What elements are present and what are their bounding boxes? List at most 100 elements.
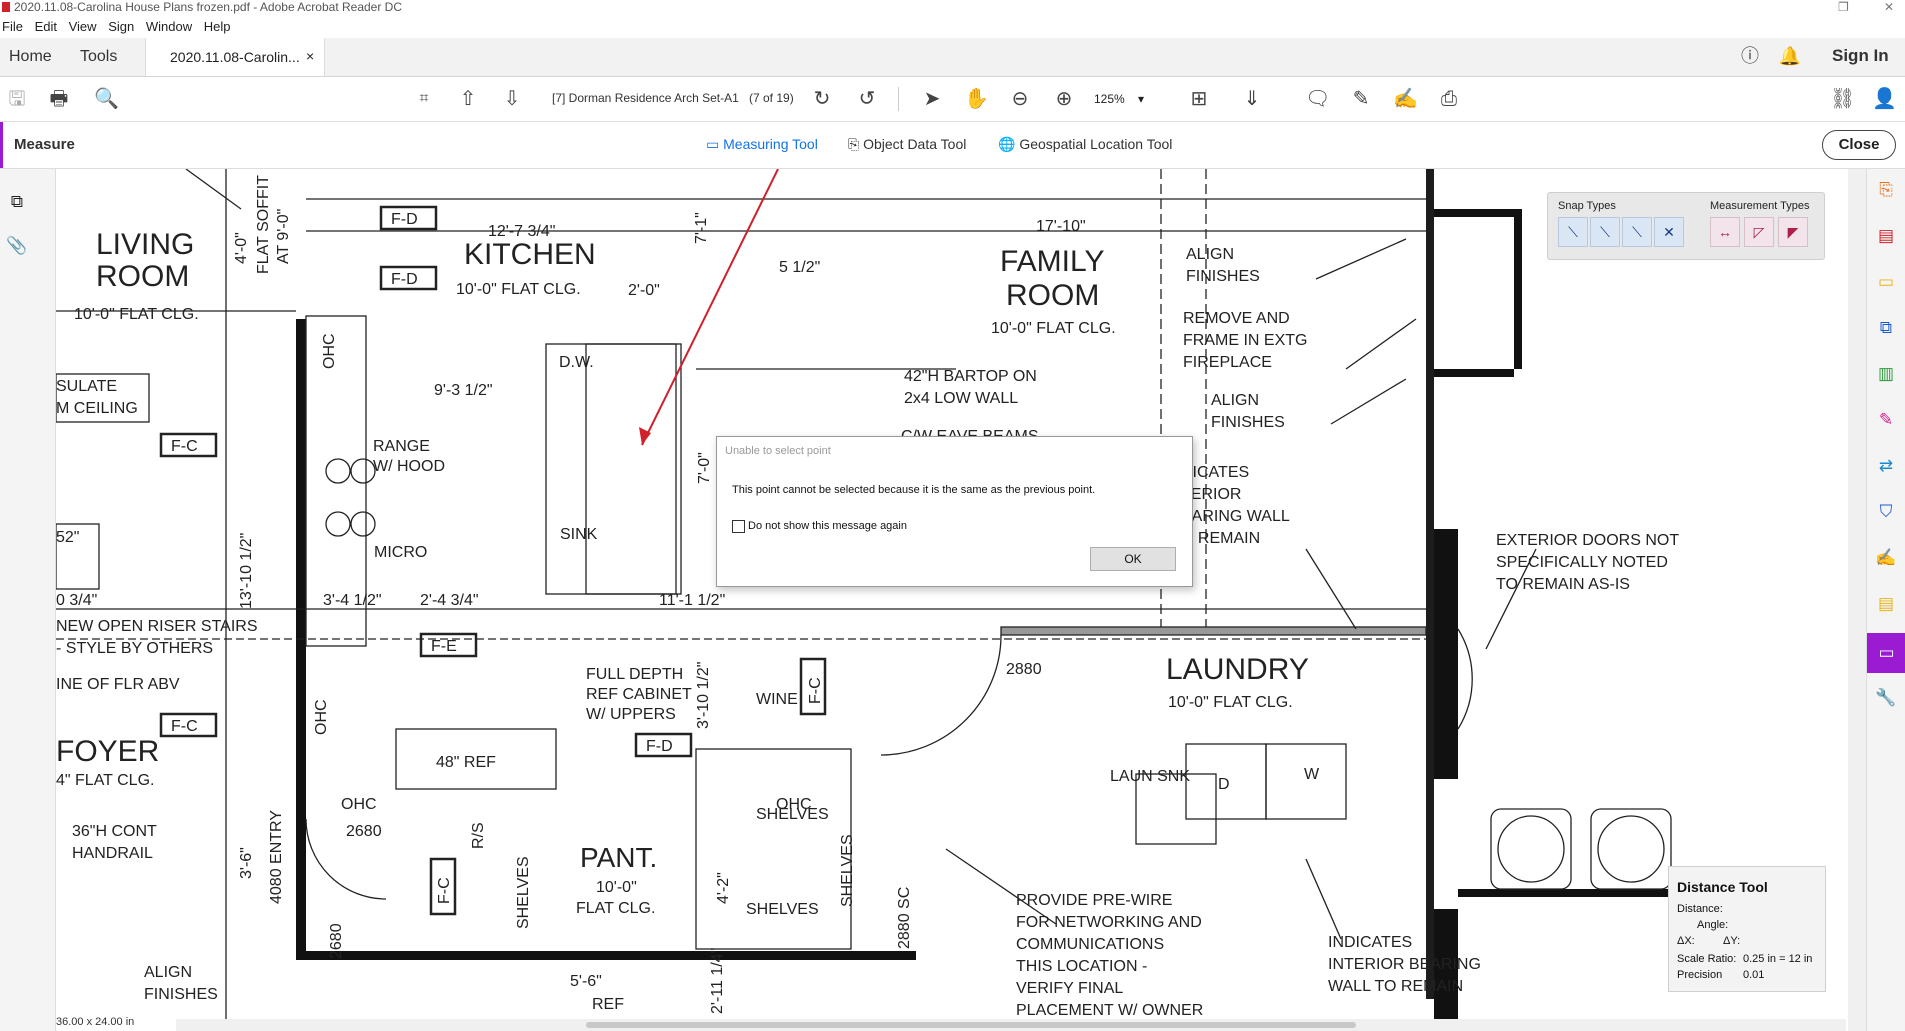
more-tools-wrench-icon[interactable]: 🔧	[1875, 687, 1897, 709]
ok-button[interactable]: OK	[1090, 547, 1176, 571]
tag-label: F-C	[436, 877, 453, 904]
organize-pages-icon[interactable]: ▥	[1875, 363, 1897, 385]
note-label: NEW OPEN RISER STAIRS	[56, 618, 258, 635]
menu-sign[interactable]: Sign	[108, 16, 140, 34]
measuring-tool-label: Measuring Tool	[723, 136, 818, 152]
select-tool-icon[interactable]: ➤	[920, 87, 944, 111]
room-ceiling-label: 10'-0"	[596, 879, 637, 896]
note-label: REF CABINET	[586, 686, 692, 703]
measure-ruler-icon[interactable]: ▭	[1867, 633, 1905, 673]
dimension-label: 3'-10 1/2"	[695, 662, 712, 729]
menu-window[interactable]: Window	[146, 16, 198, 34]
dont-show-again-checkbox[interactable]	[732, 520, 745, 533]
note-label: M CEILING	[56, 400, 138, 417]
distance-tool-icon[interactable]: ↔	[1710, 217, 1740, 247]
room-label: PANT.	[580, 842, 657, 873]
highlight-pen-icon[interactable]: ✎	[1349, 87, 1373, 111]
comment-tool-icon[interactable]: ▭	[1875, 271, 1897, 293]
horizontal-scroll-thumb[interactable]	[586, 1022, 1356, 1028]
area-tool-icon[interactable]: ◤	[1778, 217, 1808, 247]
snap-to-endpoints-icon[interactable]: ⟍	[1590, 217, 1620, 247]
tab-home[interactable]: Home	[9, 48, 52, 66]
rotate-clockwise-icon[interactable]: ↻	[810, 87, 834, 111]
note-label: 36"H CONT	[72, 823, 157, 840]
horizontal-scrollbar[interactable]	[176, 1019, 1846, 1031]
note-label: SPECIFICALLY NOTED	[1496, 554, 1668, 571]
tag-label: F-D	[391, 211, 418, 228]
send-document-icon[interactable]: ▤	[1875, 593, 1897, 615]
room-ceiling-label: 10'-0" FLAT CLG.	[456, 281, 581, 298]
tab-document[interactable]: 2020.11.08-Carolin... ×	[145, 38, 325, 76]
combine-files-icon[interactable]: ⧉	[1875, 317, 1897, 339]
menu-file[interactable]: File	[2, 16, 29, 34]
sign-in-button[interactable]: Sign In	[1832, 46, 1889, 66]
sign-pen-icon[interactable]: ✍	[1875, 547, 1897, 569]
perimeter-tool-icon[interactable]: ◸	[1744, 217, 1774, 247]
attachments-paperclip-icon[interactable]: 📎	[6, 235, 28, 257]
dimension-label: 17'-10"	[1036, 218, 1086, 235]
snap-to-intersections-icon[interactable]: ✕	[1654, 217, 1684, 247]
fill-sign-icon[interactable]: ✍	[1393, 87, 1418, 111]
note-label: FIREPLACE	[1183, 354, 1272, 371]
dont-show-again-label[interactable]: Do not show this message again	[748, 520, 907, 532]
note-label: TO REMAIN AS-IS	[1496, 576, 1630, 593]
add-user-icon[interactable]: 👤	[1872, 87, 1897, 111]
zoom-in-icon[interactable]: ⊕	[1052, 87, 1076, 111]
save-icon[interactable]: 🖫	[5, 87, 29, 111]
rotate-counterclockwise-icon[interactable]: ↺	[855, 87, 879, 111]
comment-icon[interactable]: 🗨	[1305, 87, 1330, 111]
snapshot-icon[interactable]: ⌗	[412, 87, 436, 111]
note-label: LAUN SNK	[1110, 768, 1190, 785]
page-thumbnails-icon[interactable]: ⧉	[6, 191, 28, 213]
precision-label: Precision	[1677, 969, 1723, 981]
dimension-label: 2'-11 1/4"	[709, 948, 726, 1014]
hand-tool-icon[interactable]: ✋	[964, 87, 989, 111]
notification-bell-icon[interactable]: 🔔	[1778, 44, 1802, 68]
previous-page-icon[interactable]: ⇧	[456, 87, 480, 111]
page-label-field[interactable]: [7] Dorman Residence Arch Set-A1	[552, 91, 739, 105]
next-page-icon[interactable]: ⇩	[500, 87, 524, 111]
snap-to-midpoints-icon[interactable]: ⟍	[1622, 217, 1652, 247]
document-canvas[interactable]: LIVING ROOM 10'-0" FLAT CLG. KITCHEN 10'…	[56, 169, 1848, 1031]
note-label: FRAME IN EXTG	[1183, 332, 1307, 349]
scroll-mode-icon[interactable]: ⇓	[1240, 87, 1264, 111]
note-label: WINE	[756, 691, 798, 708]
zoom-search-icon[interactable]: 🔍	[94, 87, 119, 111]
object-data-tool-button[interactable]: ⎘ Object Data Tool	[848, 136, 966, 153]
menu-edit[interactable]: Edit	[35, 16, 63, 34]
menu-help[interactable]: Help	[204, 16, 237, 34]
room-label: KITCHEN	[464, 238, 596, 271]
acrobat-app-icon	[2, 2, 10, 12]
share-stamp-icon[interactable]: ⎙	[1437, 87, 1461, 111]
snap-to-paths-icon[interactable]: ⟍	[1558, 217, 1588, 247]
note-label: 2680	[346, 823, 382, 840]
close-measure-button[interactable]: Close	[1822, 130, 1896, 160]
help-icon[interactable]: ⓘ	[1738, 44, 1762, 68]
measuring-tool-button[interactable]: ▭ Measuring Tool	[706, 136, 818, 153]
page-display-icon[interactable]: ⊞	[1187, 87, 1211, 111]
create-pdf-icon[interactable]: ▤	[1875, 225, 1897, 247]
protect-shield-icon[interactable]: ⛉	[1875, 501, 1897, 523]
note-label: 42"H BARTOP ON	[904, 368, 1037, 385]
close-window-icon[interactable]: ✕	[1884, 0, 1894, 14]
print-icon[interactable]: 🖶	[47, 87, 71, 111]
close-tab-icon[interactable]: ×	[306, 48, 314, 64]
zoom-value: 125%	[1094, 92, 1125, 106]
zoom-level-select[interactable]: 125% ▾	[1094, 87, 1158, 111]
geospatial-tool-button[interactable]: 🌐 Geospatial Location Tool	[998, 136, 1172, 153]
vertical-scrollbar[interactable]	[1848, 169, 1866, 1031]
export-pdf-icon[interactable]: ⎘	[1875, 179, 1897, 201]
scale-ratio-label: Scale Ratio:	[1677, 953, 1737, 965]
tab-tools[interactable]: Tools	[80, 48, 117, 66]
fill-sign-tool-icon[interactable]: ✎	[1875, 409, 1897, 431]
note-label: FLAT SOFFIT	[255, 175, 272, 274]
note-label: THIS LOCATION -	[1016, 958, 1147, 975]
globe-icon: 🌐	[998, 136, 1016, 152]
share-link-icon[interactable]: ⛓	[1830, 87, 1855, 111]
zoom-out-icon[interactable]: ⊖	[1008, 87, 1032, 111]
restore-window-icon[interactable]: ❐	[1838, 0, 1849, 14]
menu-view[interactable]: View	[69, 16, 103, 34]
dimension-label: 5'-6"	[570, 973, 602, 990]
send-for-review-icon[interactable]: ⇄	[1875, 455, 1897, 477]
note-label: INTERIOR BEARING	[1328, 956, 1481, 973]
